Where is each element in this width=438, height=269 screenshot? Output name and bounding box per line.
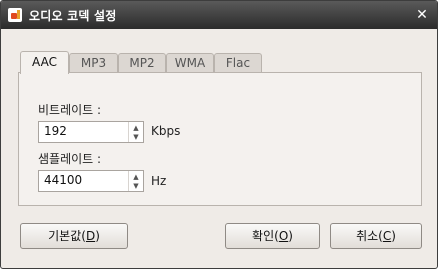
ok-button-mnemonic: O	[278, 229, 289, 243]
tab-mp3[interactable]: MP3	[69, 53, 118, 73]
title-bar[interactable]: 오디오 코덱 설정 ✕	[1, 1, 437, 29]
default-button[interactable]: 기본값(D)	[20, 223, 128, 249]
tab-flac[interactable]: Flac	[214, 53, 262, 73]
bitrate-value[interactable]: 192	[44, 124, 67, 138]
default-button-mnemonic: D	[85, 229, 96, 243]
tab-aac[interactable]: AAC	[20, 51, 69, 74]
default-button-label: 기본값	[48, 229, 82, 243]
bitrate-down-arrow-icon[interactable]: ▼	[129, 133, 143, 141]
app-icon	[8, 8, 22, 22]
ok-button[interactable]: 확인(O)	[225, 223, 320, 249]
samplerate-value[interactable]: 44100	[44, 173, 82, 187]
samplerate-up-arrow-icon[interactable]: ▲	[129, 173, 143, 181]
close-icon[interactable]: ✕	[413, 6, 431, 24]
samplerate-unit: Hz	[151, 174, 167, 188]
samplerate-label: 샘플레이트 :	[38, 152, 102, 166]
bitrate-up-arrow-icon[interactable]: ▲	[129, 124, 143, 132]
tab-wma[interactable]: WMA	[166, 53, 214, 73]
samplerate-spinbox[interactable]: 44100 ▲ ▼	[38, 170, 144, 192]
tab-mp2[interactable]: MP2	[118, 53, 166, 73]
cancel-button-mnemonic: C	[382, 229, 392, 243]
dialog-title: 오디오 코덱 설정	[29, 9, 117, 23]
audio-codec-settings-dialog: 오디오 코덱 설정 ✕ AAC MP3 MP2 WMA Flac 비트레이트 :…	[0, 0, 438, 269]
samplerate-down-arrow-icon[interactable]: ▼	[129, 182, 143, 190]
bitrate-spinbox[interactable]: 192 ▲ ▼	[38, 121, 144, 143]
bitrate-label: 비트레이트 :	[38, 103, 102, 117]
cancel-button-label: 취소	[356, 229, 379, 243]
cancel-button[interactable]: 취소(C)	[330, 223, 422, 249]
bitrate-unit: Kbps	[151, 124, 181, 138]
ok-button-label: 확인	[252, 229, 275, 243]
